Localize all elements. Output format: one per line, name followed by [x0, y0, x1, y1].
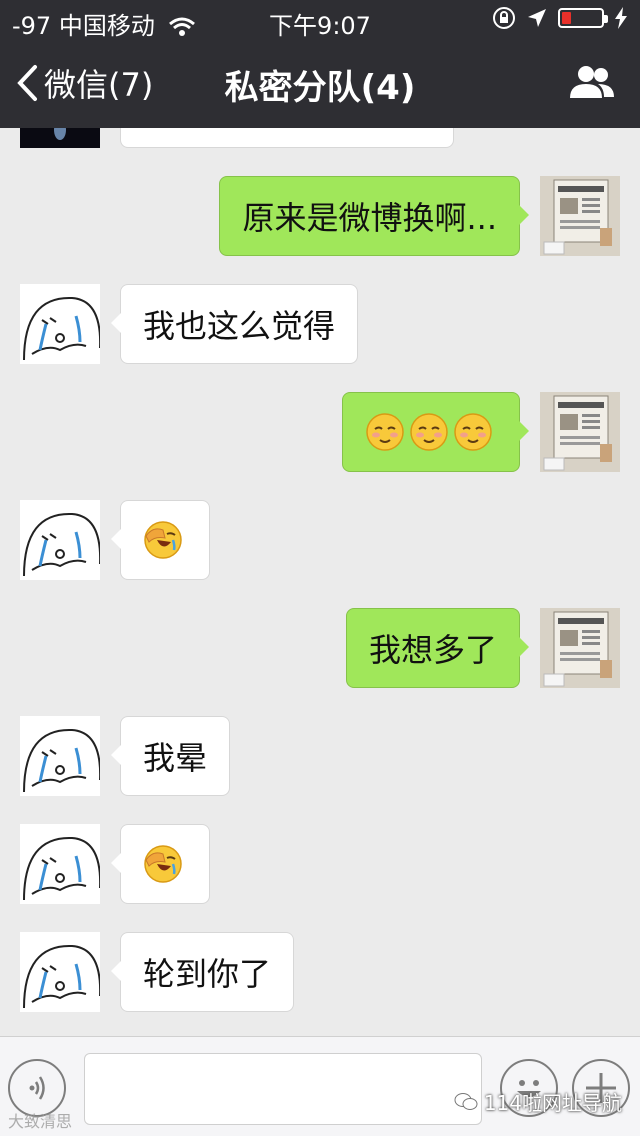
input-bar: 大致清思 114啦网址导航	[0, 1036, 640, 1136]
message-bubble[interactable]	[111, 500, 210, 580]
facepalm-laugh-face-icon	[144, 845, 182, 883]
chat-title: 私密分队(4)	[224, 68, 416, 108]
voice-icon	[29, 1076, 45, 1100]
message-bubble[interactable]: 我也这么觉得	[110, 284, 359, 364]
message-bubble[interactable]	[111, 824, 210, 904]
bun-avatar[interactable]	[20, 500, 100, 580]
message-bubble[interactable]	[342, 392, 529, 472]
newspaper-avatar[interactable]	[540, 176, 620, 256]
chat-area[interactable]: 原来是微博换啊... 我也这么觉得 我想多了 我晕 轮到你了	[0, 128, 640, 1036]
relieved-face-icon	[366, 413, 404, 451]
wechat-logo-icon	[454, 1092, 478, 1110]
watermark-left: 大致清思	[8, 1112, 73, 1131]
status-bar: -97 中国移动 下午9:07	[0, 0, 640, 40]
group-members-icon	[570, 66, 614, 98]
message-bubble[interactable]: 轮到你了	[110, 932, 295, 1012]
relieved-face-icon	[410, 413, 448, 451]
battery-icon	[558, 8, 608, 28]
bun-avatar[interactable]	[20, 932, 100, 1012]
facepalm-laugh-face-icon	[144, 521, 182, 559]
charging-bolt-icon	[615, 7, 627, 29]
relieved-face-icon	[454, 413, 492, 451]
bun-avatar[interactable]	[20, 716, 100, 796]
message-bubble[interactable]: 原来是微博换啊...	[219, 176, 529, 256]
watermark-text: 114啦网址导航	[483, 1091, 622, 1115]
message-bubble[interactable]: 我晕	[110, 716, 231, 796]
newspaper-avatar[interactable]	[540, 392, 620, 472]
message-input[interactable]	[84, 1053, 482, 1125]
rotation-lock-icon	[493, 7, 515, 29]
bun-avatar[interactable]	[20, 824, 100, 904]
bun-avatar[interactable]	[20, 284, 100, 364]
location-arrow-icon	[528, 9, 546, 27]
message-bubble[interactable]: 我想多了	[345, 608, 530, 688]
nav-bar: 微信(7) 私密分队(4)	[0, 40, 640, 128]
watermark-right: 114啦网址导航	[454, 1087, 622, 1116]
avatar-dark[interactable]	[20, 128, 100, 148]
message-bubble[interactable]	[120, 128, 454, 148]
top-bar: -97 中国移动 下午9:07 微信(7) 私密分队(4)	[0, 0, 640, 128]
group-info-button[interactable]	[568, 64, 616, 104]
newspaper-avatar[interactable]	[540, 608, 620, 688]
